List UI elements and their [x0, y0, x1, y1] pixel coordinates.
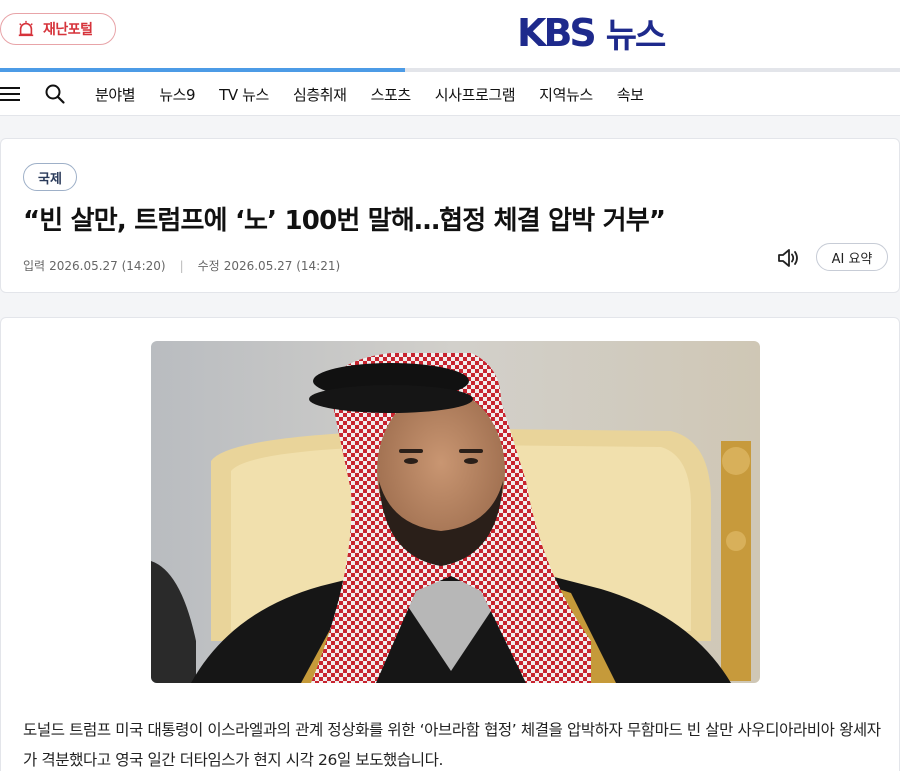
article-body-text: 도널드 트럼프 미국 대통령이 이스라엘과의 관계 정상화를 위한 ‘아브라함 … [23, 721, 881, 769]
category-badge[interactable]: 국제 [23, 163, 77, 191]
article-headline: “빈 살만, 트럼프에 ‘노’ 100번 말해…협정 체결 압박 거부” [23, 206, 666, 236]
ai-summary-button[interactable]: AI 요약 [816, 243, 888, 271]
date-divider: | [179, 258, 184, 273]
nav-item-current-affairs[interactable]: 시사프로그램 [435, 84, 516, 105]
hamburger-menu-icon[interactable] [0, 84, 22, 104]
disaster-portal-button[interactable]: 재난포털 [0, 13, 116, 45]
modified-date-value: 2026.05.27 (14:21) [223, 258, 341, 273]
article-body: 도널드 트럼프 미국 대통령이 이스라엘과의 관계 정상화를 위한 ‘아브라함 … [0, 317, 900, 771]
input-date-value: 2026.05.27 (14:20) [49, 258, 166, 273]
nav-item-tv-news[interactable]: TV 뉴스 [219, 84, 269, 105]
disaster-portal-label: 재난포털 [43, 22, 93, 38]
kbs-news-logo[interactable]: KBS 뉴스 [517, 8, 667, 57]
nav-item-in-depth[interactable]: 심층취재 [293, 84, 347, 105]
nav-item-categories[interactable]: 분야별 [95, 84, 136, 105]
nav-items: 분야별 뉴스9 TV 뉴스 심층취재 스포츠 시사프로그램 지역뉴스 속보 [95, 72, 668, 116]
article-header: 국제 “빈 살만, 트럼프에 ‘노’ 100번 말해…협정 체결 압박 거부” … [0, 138, 900, 293]
logo-kbs-text: KBS [517, 10, 597, 55]
input-date-label: 입력 [23, 259, 46, 273]
main-nav: 분야별 뉴스9 TV 뉴스 심층취재 스포츠 시사프로그램 지역뉴스 속보 [0, 72, 900, 116]
logo-news-text: 뉴스 [605, 16, 667, 56]
nav-item-breaking[interactable]: 속보 [617, 84, 644, 105]
article-photo [151, 341, 760, 683]
nav-item-local-news[interactable]: 지역뉴스 [539, 84, 593, 105]
speaker-icon[interactable] [777, 247, 801, 269]
article-dates: 입력 2026.05.27 (14:20) | 수정 2026.05.27 (1… [23, 257, 340, 274]
nav-item-news9[interactable]: 뉴스9 [159, 84, 195, 105]
site-header: 재난포털 KBS 뉴스 [0, 0, 900, 68]
modified-date-label: 수정 [197, 259, 220, 273]
nav-item-sports[interactable]: 스포츠 [371, 84, 412, 105]
alarm-icon [18, 20, 34, 37]
search-icon[interactable] [44, 83, 66, 105]
